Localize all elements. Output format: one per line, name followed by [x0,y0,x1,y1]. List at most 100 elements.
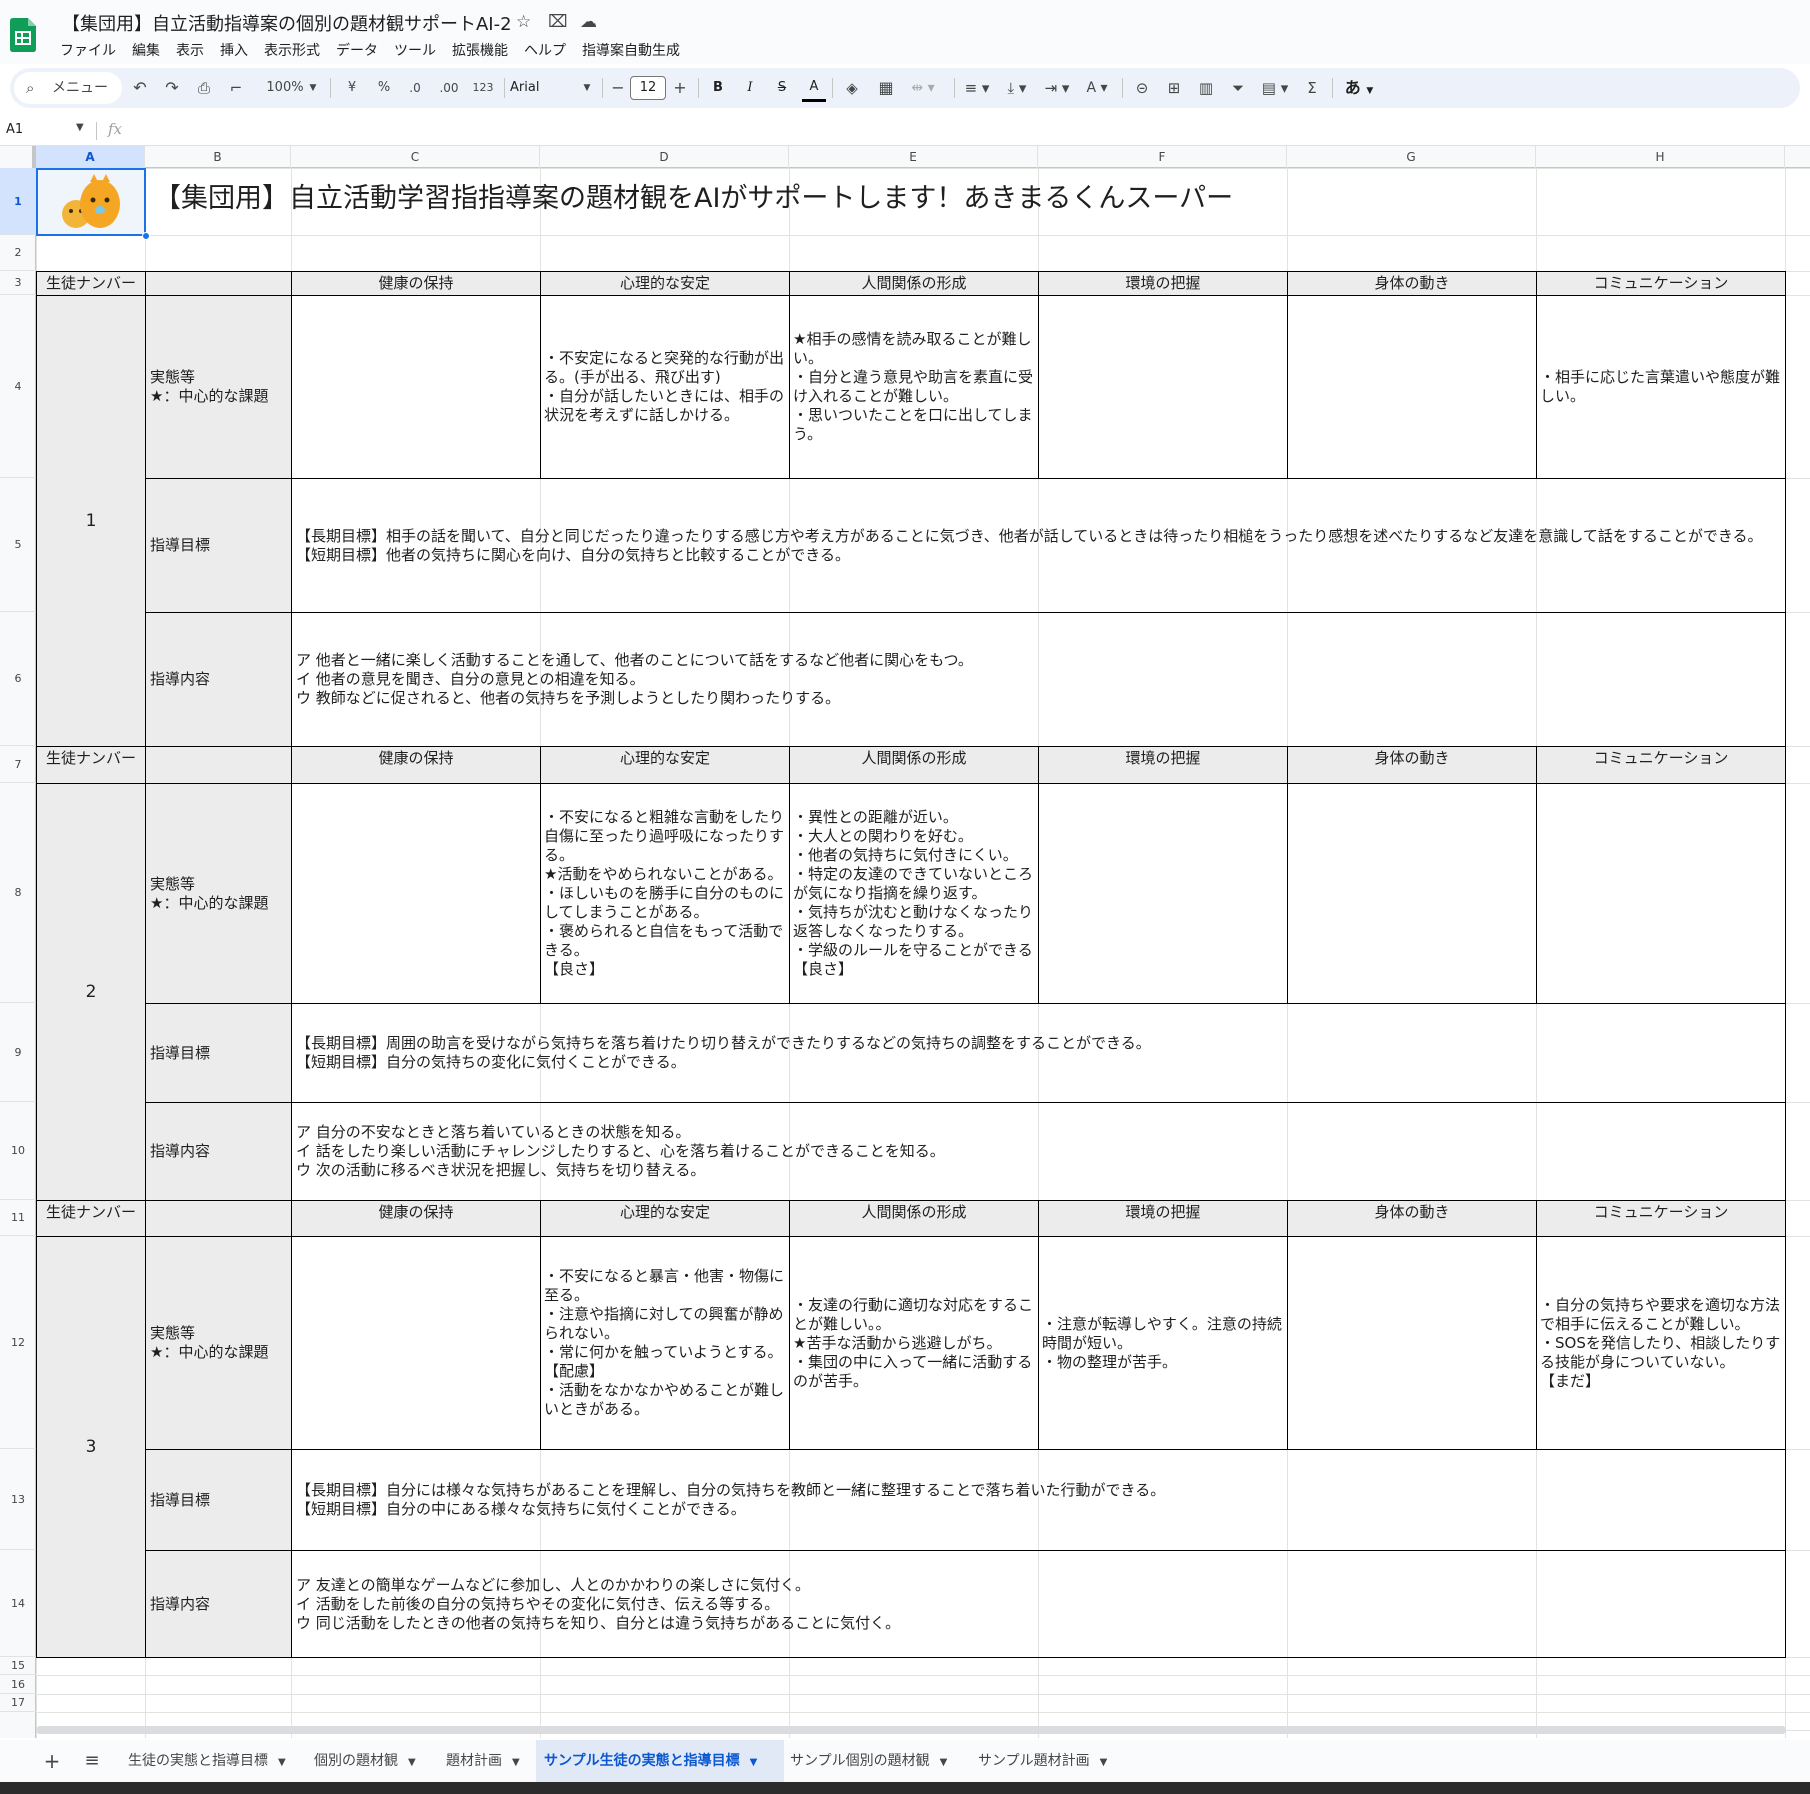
row-header-17[interactable]: 17 [0,1694,36,1712]
filter-views-icon[interactable]: ▤ ▾ [1258,68,1292,108]
menu-help[interactable]: ヘルプ [516,38,574,60]
merge-cells-icon[interactable]: ⇹ ▾ [906,68,940,108]
chevron-down-icon[interactable]: ▼ [750,1757,758,1768]
menu-tools[interactable]: ツール [386,38,444,60]
column-header-e[interactable]: E [789,146,1038,168]
row-header-14[interactable]: 14 [0,1550,36,1657]
zoom-select[interactable]: 100% [258,68,312,108]
chevron-down-icon[interactable]: ▼ [940,1757,948,1768]
menu-search[interactable]: ⌕ メニュー [14,72,122,104]
category-header-psych[interactable]: 心理的な安定 [540,746,790,784]
row-header-6[interactable]: 6 [0,612,36,746]
goals-label[interactable]: 指導目標 [145,1003,292,1103]
selection-handle[interactable] [142,232,150,240]
category-header-communication[interactable]: コミュニケーション [1536,1200,1786,1237]
strikethrough-icon[interactable]: S [770,68,794,108]
menu-insert[interactable]: 挿入 [212,38,256,60]
content-cell[interactable]: ア 自分の不安なときと落ち着いているときの状態を知る。 イ 話をしたり楽しい活動… [291,1102,1786,1201]
category-header-communication[interactable]: コミュニケーション [1536,746,1786,784]
row-header-11[interactable]: 11 [0,1200,36,1236]
status-cell-psych[interactable]: ・不安になると粗雑な言動をしたり自傷に至ったり過呼吸になったりする。 ★活動をや… [540,783,790,1004]
category-header-health[interactable]: 健康の保持 [291,746,541,784]
print-icon[interactable]: ⎙ [192,68,216,108]
document-title[interactable]: 【集団用】自立活動指導案の個別の題材観サポートAI-2 [62,10,512,36]
column-header-a[interactable]: A [36,146,145,168]
category-header-psych[interactable]: 心理的な安定 [540,271,790,296]
row-header-13[interactable]: 13 [0,1449,36,1550]
chevron-down-icon[interactable]: ▼ [512,1757,520,1768]
content-label[interactable]: 指導内容 [145,1102,292,1201]
row-header-7[interactable]: 7 [0,746,36,783]
row-header-4[interactable]: 4 [0,295,36,478]
category-header-environment[interactable]: 環境の把握 [1038,1200,1288,1237]
increase-font-size-button[interactable]: + [670,68,690,108]
decrease-decimal-button[interactable]: .0 [402,68,428,108]
status-cell-relations[interactable]: ・友達の行動に適切な対応をすることが難しい。。 ★苦手な活動から逃避しがち。 ・… [789,1236,1039,1450]
menu-extensions[interactable]: 拡張機能 [444,38,516,60]
text-wrapping-icon[interactable]: ⇥ ▾ [1040,68,1074,108]
content-cell[interactable]: ア 他者と一緒に楽しく活動することを通して、他者のことについて話をするなど他者に… [291,612,1786,747]
category-header-environment[interactable]: 環境の把握 [1038,746,1288,784]
menu-auto-generate[interactable]: 指導案自動生成 [574,38,688,60]
fill-color-icon[interactable]: ◈ [840,68,864,108]
status-cell-psych[interactable]: ・不安になると暴言・他害・物傷に至る。 ・注意や指摘に対しての興奮が静められない… [540,1236,790,1450]
currency-format-button[interactable]: ¥ [340,68,364,108]
status-cell-environment[interactable]: ・注意が転導しやすく。注意の持続時間が短い。 ・物の整理が苦手。 [1038,1236,1288,1450]
chevron-down-icon[interactable]: ▼ [408,1757,416,1768]
all-sheets-menu-icon[interactable]: ≡ [80,1740,104,1782]
select-all-corner[interactable] [0,146,36,168]
column-header-f[interactable]: F [1038,146,1287,168]
insert-comment-icon[interactable]: ⊞ [1162,68,1186,108]
status-label[interactable]: 実態等 ★：中心的な課題 [145,295,292,479]
sheet-tab[interactable]: サンプル題材計画 ▼ [970,1740,1128,1782]
status-cell-psych[interactable]: ・不安定になると突発的な行動が出る。(手が出る、飛び出す) ・自分が話したいとき… [540,295,790,479]
column-header-b[interactable]: B [145,146,291,168]
sheet-tab[interactable]: サンプル個別の題材観 ▼ [782,1740,970,1782]
category-header-body[interactable]: 身体の動き [1287,1200,1537,1237]
category-header-environment[interactable]: 環境の把握 [1038,271,1288,296]
student-number-cell[interactable]: 1 [36,295,146,747]
vertical-align-icon[interactable]: ⤓ ▾ [1000,68,1034,108]
row-header-9[interactable]: 9 [0,1003,36,1102]
status-cell-environment[interactable] [1038,783,1288,1004]
column-header-h[interactable]: H [1536,146,1785,168]
status-cell-relations[interactable]: ・異性との距離が近い。 ・大人との関わりを好む。 ・他者の気持ちに気付きにくい。… [789,783,1039,1004]
goals-cell[interactable]: 【長期目標】周囲の助言を受けながら気持ちを落ち着けたり切り替えができたりするなど… [291,1003,1786,1103]
mascot-image[interactable] [36,168,146,236]
header-blank[interactable] [145,746,292,784]
status-cell-communication[interactable] [1536,783,1786,1004]
goals-label[interactable]: 指導目標 [145,1449,292,1551]
menu-view[interactable]: 表示 [168,38,212,60]
category-header-health[interactable]: 健康の保持 [291,1200,541,1237]
header-blank[interactable] [145,271,292,296]
column-header-g[interactable]: G [1287,146,1536,168]
number-format-button[interactable]: 123 [468,68,498,108]
add-sheet-icon[interactable]: + [42,1740,62,1782]
row-header-12[interactable]: 12 [0,1236,36,1449]
chevron-down-icon[interactable]: ▼ [76,122,84,133]
student-number-header[interactable]: 生徒ナンバー [36,746,146,784]
sheet-tab[interactable]: 題材計画 ▼ [438,1740,536,1782]
chevron-down-icon[interactable]: ▼ [1100,1757,1108,1768]
status-cell-health[interactable] [291,783,541,1004]
category-header-body[interactable]: 身体の動き [1287,746,1537,784]
student-number-header[interactable]: 生徒ナンバー [36,1200,146,1237]
spreadsheet-grid[interactable]: ABCDEFGH 1 2 3 4 5 6 7 8 9 10 11 12 13 14 15 16 17 【集団用】… [0,146,1810,1738]
percent-format-button[interactable]: % [372,68,396,108]
insert-chart-icon[interactable]: ▥ [1194,68,1218,108]
student-number-cell[interactable]: 2 [36,783,146,1201]
category-header-psych[interactable]: 心理的な安定 [540,1200,790,1237]
goals-label[interactable]: 指導目標 [145,478,292,613]
decrease-font-size-button[interactable]: − [608,68,628,108]
font-size-input[interactable]: 12 [630,76,666,100]
status-cell-health[interactable] [291,295,541,479]
sheet-tab[interactable]: 個別の題材観 ▼ [306,1740,438,1782]
status-label[interactable]: 実態等 ★：中心的な課題 [145,1236,292,1450]
sheet-title[interactable]: 【集団用】自立活動学習指指導案の題材観をAIがサポートします！あきまるくんスーパ… [154,176,1233,215]
text-rotation-icon[interactable]: A ▾ [1080,68,1114,108]
content-label[interactable]: 指導内容 [145,612,292,747]
category-header-relations[interactable]: 人間関係の形成 [789,1200,1039,1237]
goals-cell[interactable]: 【長期目標】相手の話を聞いて、自分と同じだったり違ったりする感じ方や考え方がある… [291,478,1786,613]
paint-format-icon[interactable]: ⌐ [224,68,248,108]
category-header-relations[interactable]: 人間関係の形成 [789,746,1039,784]
